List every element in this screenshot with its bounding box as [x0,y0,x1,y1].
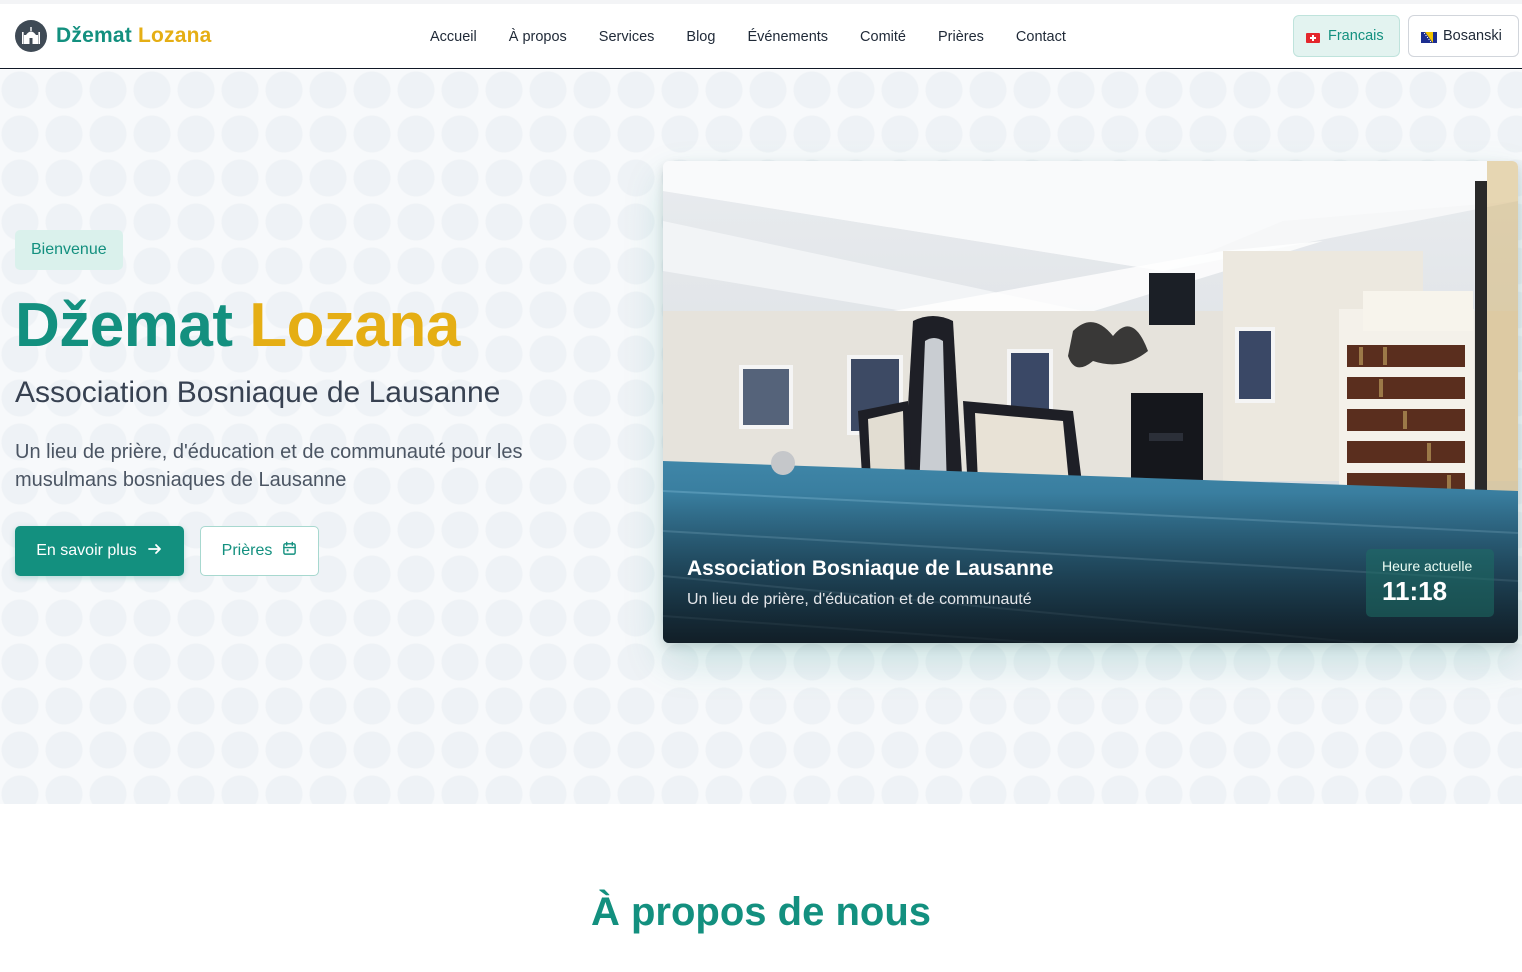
nav-item-a-propos[interactable]: À propos [493,29,583,45]
language-label-french: Francais [1328,28,1384,44]
nav-item-prieres[interactable]: Prières [922,29,1000,45]
arrow-right-icon [147,541,163,562]
brand-name-part1: Džemat [56,24,132,47]
prayers-label: Prières [221,542,273,559]
card-title: Association Bosniaque de Lausanne [687,557,1054,580]
hero-description: Un lieu de prière, d'éducation et de com… [15,441,523,491]
nav-item-contact[interactable]: Contact [1000,29,1082,45]
language-button-french[interactable]: Francais [1293,15,1400,57]
brand-logo-link[interactable]: Džemat Lozana [15,20,211,52]
mosque-interior-card: Association Bosniaque de Lausanne Un lie… [663,161,1518,643]
nav-item-services[interactable]: Services [583,29,671,45]
learn-more-label: En savoir plus [36,542,137,559]
hero-subtitle: Association Bosniaque de Lausanne [15,376,501,409]
welcome-badge: Bienvenue [15,230,123,270]
about-title: À propos de nous [591,890,931,934]
swiss-flag-icon [1306,31,1320,43]
current-time-value: 11:18 [1382,576,1448,606]
prayers-button[interactable]: Prières [200,526,319,576]
hero-title-part2: Lozana [249,291,460,360]
calendar-icon [282,541,297,561]
mosque-icon [15,20,47,52]
hero-title: Džemat Lozana [15,290,460,362]
card-subtitle: Un lieu de prière, d'éducation et de com… [687,591,1032,608]
bosnian-flag-icon [1421,31,1437,43]
language-button-bosnian[interactable]: Bosanski [1408,15,1519,57]
about-section: À propos de nous [0,804,1522,972]
nav-item-comite[interactable]: Comité [844,29,922,45]
current-time-box: Heure actuelle 11:18 [1366,549,1494,617]
site-header: Džemat Lozana Accueil À propos Services … [0,4,1522,69]
current-time-label: Heure actuelle [1382,558,1473,574]
hero-section: Bienvenue Džemat Lozana Association Bosn… [0,70,1522,804]
learn-more-button[interactable]: En savoir plus [15,526,184,576]
brand-name: Džemat Lozana [56,24,211,48]
main-nav: Accueil À propos Services Blog Événement… [414,4,1082,69]
language-label-bosnian: Bosanski [1443,28,1502,44]
nav-item-accueil[interactable]: Accueil [414,29,493,45]
hero-title-part1: Džemat [15,291,233,360]
nav-item-evenements[interactable]: Événements [731,29,844,45]
nav-item-blog[interactable]: Blog [670,29,731,45]
brand-name-part2: Lozana [137,24,212,47]
